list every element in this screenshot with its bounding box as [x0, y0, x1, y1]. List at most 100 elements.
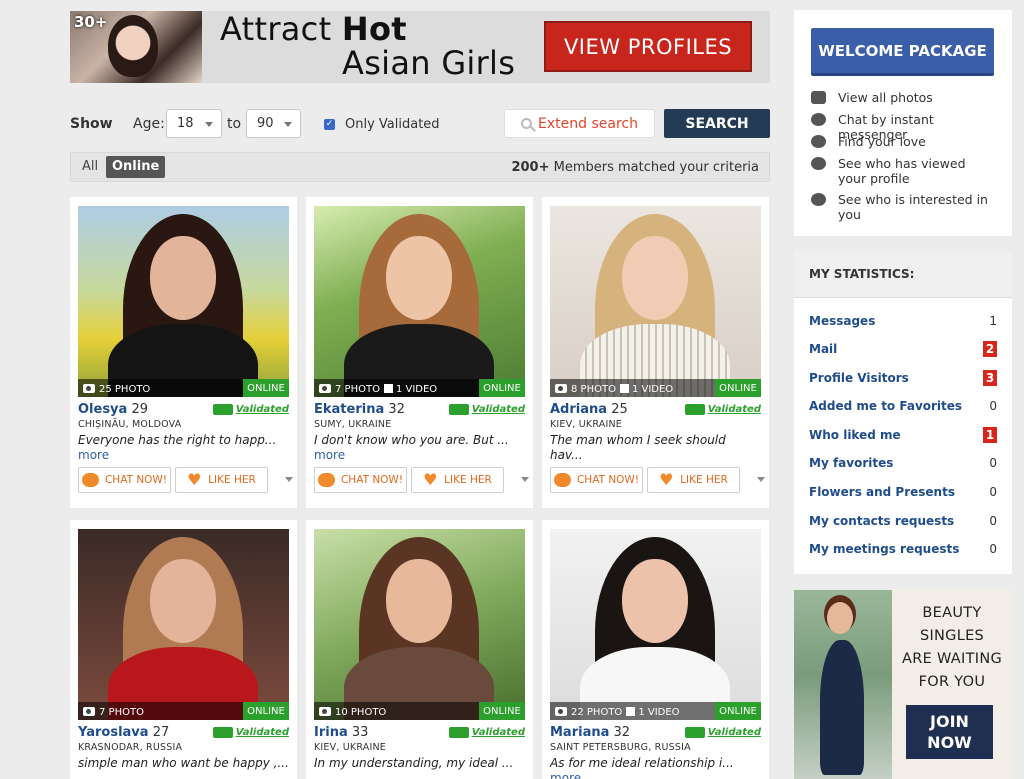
banner-age-badge: 30+ — [74, 13, 108, 31]
profile-name[interactable]: Ekaterina 32 — [314, 402, 405, 417]
film-icon — [619, 384, 629, 393]
stat-meetings-requests[interactable]: My meetings requests 0 — [809, 541, 997, 559]
profile-photo[interactable]: 22 PHOTO 1 VIDEO ONLINE — [550, 529, 761, 720]
card-actions: CHAT NOW! ♥ LIKE HER — [78, 467, 293, 493]
stat-flowers-presents[interactable]: Flowers and Presents 0 — [809, 484, 997, 502]
profile-location: SAINT PETERSBURG, RUSSIA — [550, 742, 691, 753]
online-badge: ONLINE — [715, 379, 761, 397]
user-icon — [811, 135, 826, 148]
stat-mail[interactable]: Mail 2 — [809, 341, 997, 359]
to-label: to — [227, 116, 242, 132]
validated-badge[interactable]: Validated — [448, 404, 525, 415]
profile-quote: I don't know who you are. But ... more — [314, 433, 509, 462]
chevron-down-icon — [284, 122, 292, 127]
profile-quote: In my understanding, my ideal ... — [314, 756, 514, 770]
welcome-package-button[interactable]: WELCOME PACKAGE — [811, 28, 994, 76]
id-card-icon — [448, 727, 469, 738]
validated-badge[interactable]: Validated — [212, 404, 289, 415]
validated-badge[interactable]: Validated — [448, 727, 525, 738]
ad-banner[interactable]: 30+ Attract Hot Asian Girls VIEW PROFILE… — [70, 11, 770, 83]
view-profiles-button[interactable]: VIEW PROFILES — [544, 21, 752, 72]
photo-count: 7 PHOTO 1 VIDEO — [335, 384, 438, 395]
more-link[interactable]: more — [314, 448, 345, 462]
join-now-button[interactable]: JOIN NOW — [906, 705, 993, 759]
photo-count: 8 PHOTO 1 VIDEO — [571, 384, 674, 395]
more-link[interactable]: more — [78, 448, 109, 462]
age-from-select[interactable]: 18 — [166, 109, 222, 138]
camera-icon — [319, 707, 331, 716]
profile-card[interactable]: 7 PHOTO 1 VIDEO ONLINE Ekaterina 32 Valid… — [306, 197, 533, 508]
film-icon — [626, 707, 636, 716]
online-badge: ONLINE — [479, 702, 525, 720]
feature-item: See who has viewed your profile — [811, 156, 991, 186]
stat-who-liked-me[interactable]: Who liked me 1 — [809, 427, 997, 445]
validated-badge[interactable]: Validated — [212, 727, 289, 738]
profile-name[interactable]: Olesya 29 — [78, 402, 148, 417]
profile-location: KIEV, UKRAINE — [550, 419, 622, 430]
profile-location: SUMY, UKRAINE — [314, 419, 392, 430]
like-her-button[interactable]: ♥ LIKE HER — [411, 467, 504, 493]
promo-banner[interactable]: BEAUTY SINGLES ARE WAITING FOR YOU JOIN N… — [794, 590, 1012, 779]
more-link[interactable]: more — [550, 771, 581, 779]
chat-now-button[interactable]: CHAT NOW! — [314, 467, 407, 493]
profile-card[interactable]: 25 PHOTO ONLINE Olesya 29 Validated CHIȘ… — [70, 197, 297, 508]
search-bar: Show Age: 18 to 90 ✓ Only Validated Exte… — [70, 108, 770, 140]
more-options-caret[interactable] — [285, 477, 293, 482]
tab-all[interactable]: All — [82, 159, 98, 174]
validated-badge[interactable]: Validated — [684, 404, 761, 415]
count-badge: 2 — [983, 341, 997, 357]
feature-item: Find your love — [811, 134, 991, 149]
photo-count: 25 PHOTO — [99, 384, 151, 395]
photo-count: 7 PHOTO — [99, 707, 144, 718]
profile-photo[interactable]: 10 PHOTO ONLINE — [314, 529, 525, 720]
validated-badge[interactable]: Validated — [684, 727, 761, 738]
profile-photo[interactable]: 8 PHOTO 1 VIDEO ONLINE — [550, 206, 761, 397]
chat-now-button[interactable]: CHAT NOW! — [78, 467, 171, 493]
online-badge: ONLINE — [243, 379, 289, 397]
show-label: Show — [70, 116, 113, 132]
age-to-select[interactable]: 90 — [246, 109, 301, 138]
camera-icon — [811, 91, 826, 104]
profile-quote: simple man who want be happy ,... — [78, 756, 289, 770]
chevron-down-icon — [205, 122, 213, 127]
camera-icon — [319, 384, 331, 393]
chat-now-button[interactable]: CHAT NOW! — [550, 467, 643, 493]
profile-name[interactable]: Mariana 32 — [550, 725, 630, 740]
stat-contacts-requests[interactable]: My contacts requests 0 — [809, 513, 997, 531]
only-validated-label[interactable]: Only Validated — [345, 117, 440, 132]
stat-my-favorites[interactable]: My favorites 0 — [809, 455, 997, 473]
stat-profile-visitors[interactable]: Profile Visitors 3 — [809, 370, 997, 388]
card-actions: CHAT NOW! ♥ LIKE HER — [550, 467, 765, 493]
camera-icon — [83, 707, 95, 716]
stat-messages[interactable]: Messages 1 — [809, 313, 997, 331]
more-options-caret[interactable] — [757, 477, 765, 482]
search-icon — [521, 118, 533, 129]
camera-icon — [555, 707, 567, 716]
online-badge: ONLINE — [243, 702, 289, 720]
profile-name[interactable]: Irina 33 — [314, 725, 368, 740]
photo-count: 10 PHOTO — [335, 707, 387, 718]
profile-photo[interactable]: 7 PHOTO 1 VIDEO ONLINE — [314, 206, 525, 397]
tab-online[interactable]: Online — [106, 156, 166, 178]
profile-card[interactable]: 8 PHOTO 1 VIDEO ONLINE Adriana 25 Validat… — [542, 197, 769, 508]
profile-card[interactable]: 7 PHOTO ONLINE Yaroslava 27 Validated KR… — [70, 520, 297, 779]
search-button[interactable]: SEARCH — [664, 109, 770, 138]
stat-added-to-favorites[interactable]: Added me to Favorites 0 — [809, 398, 997, 416]
user-icon — [811, 157, 826, 170]
promo-photo — [794, 590, 892, 779]
profile-photo[interactable]: 25 PHOTO ONLINE — [78, 206, 289, 397]
banner-headline: Attract Hot Asian Girls — [220, 11, 516, 82]
profile-name[interactable]: Yaroslava 27 — [78, 725, 169, 740]
only-validated-checkbox[interactable]: ✓ — [324, 119, 335, 130]
extend-search-button[interactable]: Extend search — [504, 109, 655, 138]
camera-icon — [555, 384, 567, 393]
profile-photo[interactable]: 7 PHOTO ONLINE — [78, 529, 289, 720]
heart-icon: ♥ — [187, 470, 202, 489]
profile-name[interactable]: Adriana 25 — [550, 402, 628, 417]
like-her-button[interactable]: ♥ LIKE HER — [175, 467, 268, 493]
profile-card[interactable]: 22 PHOTO 1 VIDEO ONLINE Mariana 32 Valida… — [542, 520, 769, 779]
id-card-icon — [212, 727, 233, 738]
like-her-button[interactable]: ♥ LIKE HER — [647, 467, 740, 493]
profile-card[interactable]: 10 PHOTO ONLINE Irina 33 Validated KIEV,… — [306, 520, 533, 779]
more-options-caret[interactable] — [521, 477, 529, 482]
